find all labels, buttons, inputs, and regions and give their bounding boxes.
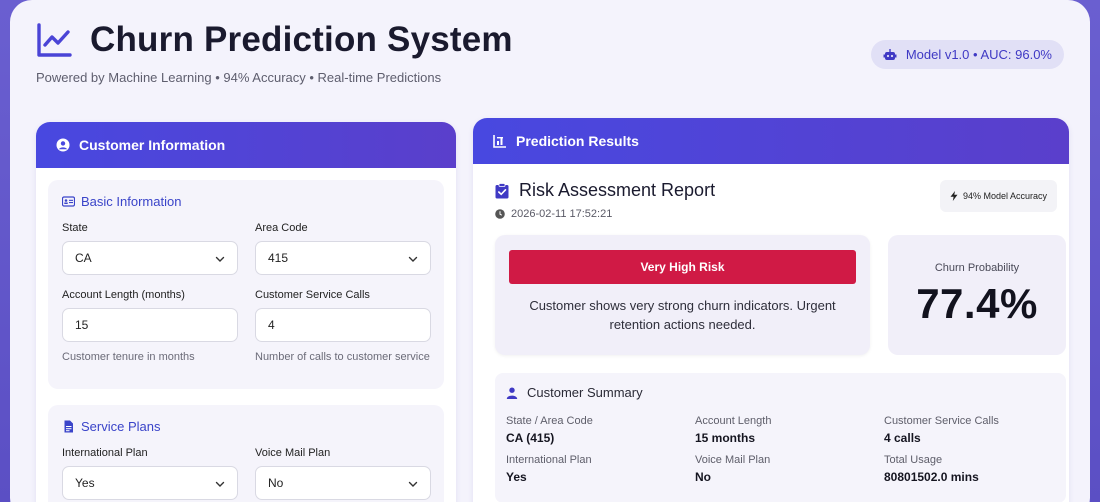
chevron-down-icon — [215, 481, 225, 487]
international-plan-field: International Plan Yes — [62, 447, 238, 500]
document-icon — [64, 420, 73, 433]
service-calls-input[interactable]: 4 — [255, 308, 431, 342]
service-calls-label: Customer Service Calls — [255, 289, 370, 301]
summary-value: 80801502.0 mins — [884, 470, 979, 484]
summary-value: CA (415) — [506, 431, 555, 445]
state-field: State CA — [62, 222, 238, 275]
account-length-help: Customer tenure in months — [62, 351, 195, 363]
basic-information-title: Basic Information — [62, 194, 430, 209]
area-code-label: Area Code — [255, 222, 308, 234]
summary-label: Account Length — [695, 415, 772, 427]
service-plans-label: Service Plans — [81, 419, 161, 434]
service-plans-grid: International Plan Yes Voice Mail Plan N… — [62, 447, 431, 502]
summary-label: State / Area Code — [506, 415, 593, 427]
customer-information-card: Customer Information Basic Information S… — [36, 122, 456, 502]
service-plans-section: Service Plans International Plan Yes Voi… — [48, 405, 444, 502]
account-length-field: Account Length (months) 15 Customer tenu… — [62, 289, 238, 363]
summary-label: Voice Mail Plan — [695, 454, 771, 466]
summary-value: 15 months — [695, 431, 756, 445]
international-plan-value: Yes — [75, 476, 95, 490]
summary-label: Customer Service Calls — [884, 415, 999, 427]
summary-value: 4 calls — [884, 431, 921, 445]
service-calls-value: 4 — [268, 318, 275, 332]
state-label: State — [62, 222, 88, 234]
summary-item-total-usage: Total Usage 80801502.0 mins — [884, 454, 1064, 484]
report-title: Risk Assessment Report — [519, 180, 716, 200]
prediction-results-header: Prediction Results — [473, 118, 1069, 164]
churn-probability-value: 77.4% — [916, 280, 1038, 327]
state-value: CA — [75, 251, 92, 265]
model-badge: Model v1.0 • AUC: 96.0% — [870, 40, 1064, 69]
summary-item-voice-mail-plan: Voice Mail Plan No — [695, 454, 884, 484]
bolt-icon — [950, 191, 958, 201]
account-length-value: 15 — [75, 318, 89, 332]
area-code-value: 415 — [268, 251, 289, 265]
voice-mail-plan-value: No — [268, 476, 284, 490]
chevron-down-icon — [408, 481, 418, 487]
summary-label: Total Usage — [884, 454, 943, 466]
account-length-input[interactable]: 15 — [62, 308, 238, 342]
voice-mail-plan-field: Voice Mail Plan No — [255, 447, 431, 500]
clock-icon — [495, 209, 505, 219]
voice-mail-plan-label: Voice Mail Plan — [255, 447, 331, 459]
page-title: Churn Prediction System — [90, 20, 513, 59]
customer-summary-grid: State / Area Code CA (415) Account Lengt… — [506, 415, 1055, 484]
customer-summary: Customer Summary State / Area Code CA (4… — [495, 373, 1066, 502]
app-shell: Churn Prediction System Powered by Machi… — [10, 0, 1090, 502]
risk-level-badge: Very High Risk — [509, 250, 856, 284]
summary-value: No — [695, 470, 711, 484]
risk-message: Customer shows very strong churn indicat… — [529, 298, 836, 332]
summary-label: International Plan — [506, 454, 592, 466]
report-timestamp-text: 2026-02-11 17:52:21 — [511, 208, 613, 220]
model-accuracy-text: 94% Model Accuracy — [962, 191, 1047, 201]
service-calls-field: Customer Service Calls 4 Number of calls… — [255, 289, 431, 363]
summary-value: Yes — [506, 470, 527, 484]
chevron-down-icon — [215, 256, 225, 262]
chevron-down-icon — [408, 256, 418, 262]
basic-information-label: Basic Information — [81, 194, 182, 209]
model-accuracy-chip: 94% Model Accuracy — [939, 180, 1057, 212]
customer-summary-title: Customer Summary — [506, 385, 1055, 400]
clipboard-check-icon — [495, 182, 509, 198]
bar-chart-icon — [493, 135, 506, 148]
model-badge-text: Model v1.0 • AUC: 96.0% — [905, 47, 1052, 62]
user-icon — [506, 387, 518, 399]
prediction-results-card: Prediction Results Risk Assessment Repor… — [473, 118, 1069, 502]
page-header: Churn Prediction System Powered by Machi… — [36, 20, 1076, 90]
churn-probability-box: Churn Probability 77.4% — [888, 235, 1066, 355]
customer-information-header: Customer Information — [36, 122, 456, 168]
voice-mail-plan-select[interactable]: No — [255, 466, 431, 500]
service-calls-help: Number of calls to customer service — [255, 351, 430, 363]
chart-line-icon — [37, 23, 72, 57]
prediction-results-title: Prediction Results — [516, 133, 639, 149]
summary-item-service-calls: Customer Service Calls 4 calls — [884, 415, 1064, 445]
basic-information-section: Basic Information State CA Area Code 415 — [48, 180, 444, 389]
account-length-label: Account Length (months) — [62, 289, 185, 301]
user-circle-icon — [56, 138, 70, 152]
risk-level-box: Very High Risk Customer shows very stron… — [495, 235, 870, 355]
service-plans-title: Service Plans — [62, 419, 430, 434]
basic-information-grid: State CA Area Code 415 Account Length (m… — [62, 222, 431, 377]
robot-icon — [883, 48, 897, 60]
summary-item-international-plan: International Plan Yes — [506, 454, 695, 484]
international-plan-select[interactable]: Yes — [62, 466, 238, 500]
page-subtitle: Powered by Machine Learning • 94% Accura… — [36, 70, 442, 85]
customer-information-title: Customer Information — [79, 137, 226, 153]
summary-item-account-length: Account Length 15 months — [695, 415, 884, 445]
id-card-icon — [62, 196, 75, 207]
state-select[interactable]: CA — [62, 241, 238, 275]
customer-summary-label: Customer Summary — [527, 385, 643, 400]
area-code-field: Area Code 415 — [255, 222, 431, 275]
churn-probability-label: Churn Probability — [934, 262, 1020, 274]
summary-item-state-area: State / Area Code CA (415) — [506, 415, 695, 445]
international-plan-label: International Plan — [62, 447, 148, 459]
area-code-select[interactable]: 415 — [255, 241, 431, 275]
